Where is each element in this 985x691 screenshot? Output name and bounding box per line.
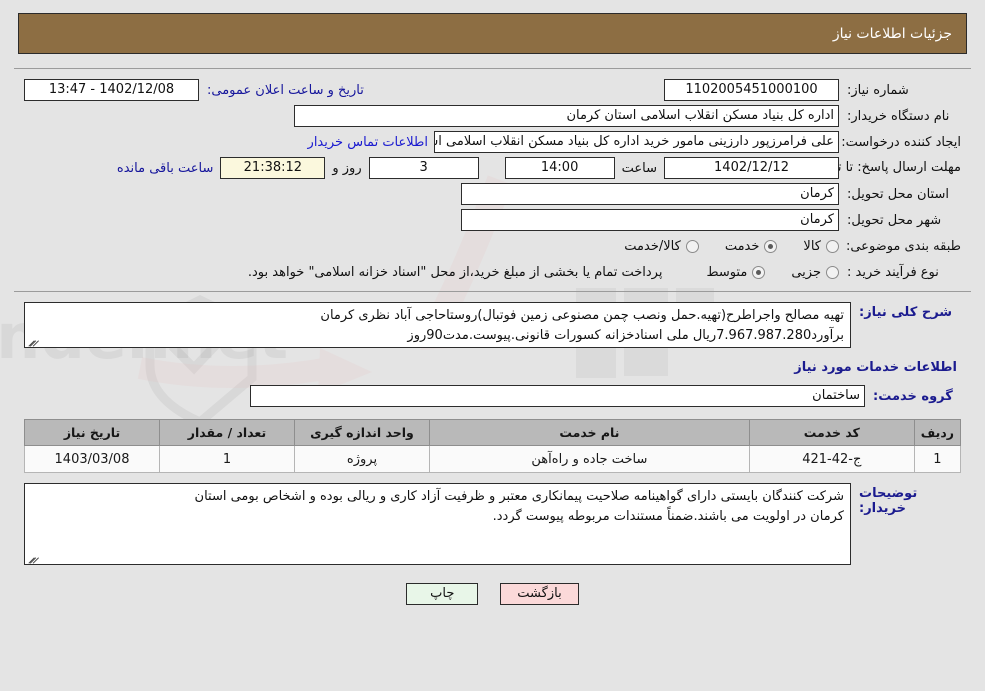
cell-service-name: ساخت جاده و راه‌آهن bbox=[429, 445, 750, 473]
description-textarea[interactable]: تهیه مصالح واجراطرح(تهیه.حمل ونصب چمن مص… bbox=[24, 302, 851, 348]
print-button[interactable]: چاپ bbox=[406, 583, 479, 605]
row-category: طبقه بندی موضوعی: کالا خدمت کالا/خدمت bbox=[14, 233, 971, 259]
row-buyer-notes: توضیحات خریدار: شرکت کنندگان بایستی دارا… bbox=[14, 473, 971, 569]
process-option-label: جزیی bbox=[791, 264, 821, 280]
category-option-kala-khedmat[interactable]: کالا/خدمت bbox=[624, 239, 699, 254]
col-header-service-code: کد خدمت bbox=[748, 419, 915, 446]
buyer-contact-link[interactable]: اطلاعات تماس خریدار bbox=[302, 135, 434, 150]
deadline-label: مهلت ارسال پاسخ: تا تاریخ: bbox=[811, 159, 961, 175]
category-label: طبقه بندی موضوعی: bbox=[845, 238, 961, 254]
service-group-value[interactable]: ساختمان bbox=[250, 385, 865, 407]
province-value[interactable]: کرمان bbox=[461, 183, 839, 205]
process-option-label: متوسط bbox=[706, 264, 748, 280]
buyer-notes-label: توضیحات خریدار: bbox=[859, 486, 918, 516]
deadline-clock-label: ساعت bbox=[621, 160, 657, 176]
process-type-label: نوع فرآیند خرید : bbox=[847, 264, 939, 280]
col-header-service-name: نام خدمت bbox=[429, 419, 750, 446]
radio-icon[interactable] bbox=[764, 239, 778, 253]
row-buyer-org: نام دستگاه خریدار: اداره کل بنیاد مسکن ا… bbox=[14, 103, 971, 129]
row-process-type: نوع فرآیند خرید : جزیی متوسط پرداخت تمام… bbox=[14, 259, 971, 285]
radio-icon[interactable] bbox=[826, 239, 839, 253]
deadline-clock-value[interactable]: 14:00 bbox=[504, 157, 615, 179]
buyer-org-label: نام دستگاه خریدار: bbox=[847, 108, 950, 124]
cell-unit: پروژه bbox=[294, 445, 430, 473]
buyer-notes-line-2: کرمان در اولویت می باشند.ضمناً مستندات م… bbox=[492, 509, 844, 525]
table-row[interactable]: 1 ج-42-421 ساخت جاده و راه‌آهن پروژه 1 1… bbox=[24, 445, 962, 473]
announce-datetime-label: تاریخ و ساعت اعلان عمومی: bbox=[207, 82, 364, 98]
col-header-unit: واحد اندازه گیری bbox=[294, 419, 430, 446]
back-button[interactable]: بازگشت bbox=[500, 583, 579, 605]
process-type-radio-group: جزیی متوسط bbox=[680, 265, 839, 280]
category-radio-group: کالا خدمت کالا/خدمت bbox=[598, 239, 839, 254]
buyer-org-value[interactable]: اداره کل بنیاد مسکن انقلاب اسلامی استان … bbox=[294, 105, 839, 127]
category-option-kala[interactable]: کالا bbox=[803, 239, 839, 254]
cell-quantity: 1 bbox=[159, 445, 295, 473]
buyer-notes-section: توضیحات خریدار: شرکت کنندگان بایستی دارا… bbox=[14, 473, 971, 569]
cell-radif: 1 bbox=[913, 445, 962, 473]
description-line-1: تهیه مصالح واجراطرح(تهیه.حمل ونصب چمن مص… bbox=[320, 308, 844, 323]
city-value[interactable]: کرمان bbox=[461, 209, 839, 231]
footer-actions: بازگشت چاپ bbox=[0, 583, 985, 605]
description-label: شرح کلی نیاز: bbox=[859, 305, 953, 320]
remaining-time-label: ساعت باقی مانده bbox=[116, 160, 214, 176]
col-header-quantity: تعداد / مقدار bbox=[159, 419, 295, 446]
category-option-label: خدمت bbox=[724, 238, 760, 254]
radio-icon[interactable] bbox=[752, 265, 766, 279]
description-section: شرح کلی نیاز: تهیه مصالح واجراطرح(تهیه.ح… bbox=[14, 292, 971, 352]
radio-icon[interactable] bbox=[685, 239, 699, 253]
resize-grip-icon[interactable] bbox=[27, 336, 37, 346]
creator-label: ایجاد کننده درخواست: bbox=[841, 134, 961, 150]
col-header-need-date: تاریخ نیاز bbox=[24, 419, 160, 446]
cell-service-code: ج-42-421 bbox=[748, 445, 915, 473]
page-header: جزئیات اطلاعات نیاز bbox=[18, 13, 967, 54]
creator-value[interactable]: علی فرامرزپور دارزینی مامور خرید اداره ک… bbox=[434, 131, 839, 153]
deadline-date-value[interactable]: 1402/12/12 bbox=[664, 157, 839, 179]
table-header-row: ردیف کد خدمت نام خدمت واحد اندازه گیری ت… bbox=[24, 419, 962, 446]
province-label: استان محل تحویل: bbox=[847, 186, 949, 202]
remaining-time-value[interactable]: 21:38:12 bbox=[220, 157, 326, 179]
services-table: ردیف کد خدمت نام خدمت واحد اندازه گیری ت… bbox=[24, 419, 962, 473]
description-line-2: برآورد7.967.987.280ریال ملی اسنادخزانه ک… bbox=[407, 328, 844, 344]
need-number-label: شماره نیاز: bbox=[847, 82, 909, 98]
row-creator: ایجاد کننده درخواست: علی فرامرزپور دارزی… bbox=[14, 129, 971, 155]
category-option-label: کالا/خدمت bbox=[624, 238, 681, 254]
row-service-group: گروه خدمت: ساختمان bbox=[14, 379, 971, 415]
buyer-notes-line-1: شرکت کنندگان بایستی دارای گواهینامه صلاح… bbox=[194, 489, 844, 504]
category-option-label: کالا bbox=[803, 238, 821, 254]
buyer-notes-textarea[interactable]: شرکت کنندگان بایستی دارای گواهینامه صلاح… bbox=[24, 483, 851, 565]
row-description: شرح کلی نیاز: تهیه مصالح واجراطرح(تهیه.ح… bbox=[14, 292, 971, 352]
page-title: جزئیات اطلاعات نیاز bbox=[832, 25, 952, 42]
category-option-khedmat[interactable]: خدمت bbox=[725, 239, 778, 254]
need-number-value[interactable]: 1102005451000100 bbox=[664, 79, 839, 101]
process-type-note: پرداخت تمام یا بخشی از مبلغ خرید،از محل … bbox=[247, 264, 663, 280]
service-group-label: گروه خدمت: bbox=[873, 388, 953, 404]
row-need-number: شماره نیاز: 1102005451000100 تاریخ و ساع… bbox=[14, 77, 971, 103]
city-label: شهر محل تحویل: bbox=[847, 212, 942, 228]
resize-grip-icon[interactable] bbox=[27, 553, 37, 563]
remaining-days-value[interactable]: 3 bbox=[368, 157, 479, 179]
row-province: استان محل تحویل: کرمان bbox=[14, 181, 971, 207]
service-group-section: گروه خدمت: ساختمان bbox=[14, 379, 971, 415]
remaining-days-label: روز و bbox=[332, 160, 362, 176]
process-option-jozei[interactable]: جزیی bbox=[791, 265, 839, 280]
process-option-motavaset[interactable]: متوسط bbox=[706, 264, 766, 280]
page-root: AriaTender.net جزئیات اطلاعات نیاز شماره… bbox=[0, 0, 985, 691]
need-info-panel: شماره نیاز: 1102005451000100 تاریخ و ساع… bbox=[14, 68, 971, 292]
col-header-radif: ردیف bbox=[913, 419, 962, 446]
announce-datetime-value[interactable]: 1402/12/08 - 13:47 bbox=[24, 79, 199, 101]
row-city: شهر محل تحویل: کرمان bbox=[14, 207, 971, 233]
row-deadline: مهلت ارسال پاسخ: تا تاریخ: 1402/12/12 سا… bbox=[14, 155, 971, 181]
services-section-title: اطلاعات خدمات مورد نیاز bbox=[794, 360, 957, 375]
cell-need-date: 1403/03/08 bbox=[24, 445, 160, 473]
radio-icon[interactable] bbox=[826, 265, 839, 279]
